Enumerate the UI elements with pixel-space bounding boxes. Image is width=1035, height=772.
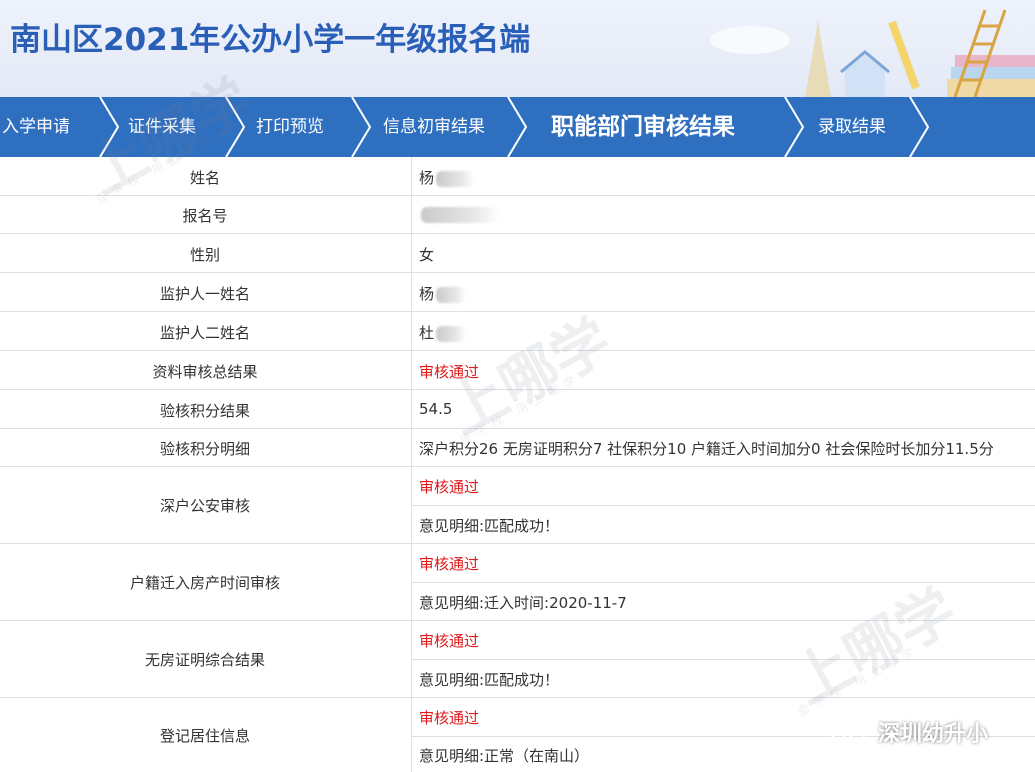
table-row: 性别 女 [0,234,1035,273]
redaction-blur [436,286,467,303]
row-label: 户籍迁入房产时间审核 [129,574,280,592]
table-row: 无房证明综合结果 审核通过 意见明细:匹配成功！ [0,621,1035,698]
wechat-icon [829,719,865,744]
redaction-blur [436,170,475,187]
opinion-detail: 意见明细:正常（在南山） [419,747,590,765]
row-label: 报名号 [182,207,228,225]
table-row: 验核积分明细 深户积分26 无房证明积分7 社保积分10 户籍迁入时间加分0 社… [0,429,1035,467]
row-label: 深户公安审核 [159,497,250,515]
page-header: 南山区2021年公办小学一年级报名端 [0,0,1035,97]
nav-step-apply[interactable]: 入学申请 [2,97,70,157]
sub-divider [412,659,1035,660]
step-navigation: 入学申请 证件采集 打印预览 信息初审结果 职能部门审核结果 录取结果 [0,97,1035,157]
status-pass: 审核通过 [419,709,480,727]
status-pass: 审核通过 [419,363,480,381]
row-label: 监护人二姓名 [159,324,250,342]
row-value: 杨 [419,283,467,304]
table-row: 深户公安审核 审核通过 意见明细:匹配成功！ [0,467,1035,544]
status-pass: 审核通过 [419,632,480,650]
row-label: 验核积分明细 [159,440,250,458]
guardian1-name: 杨 [419,285,435,303]
redaction-blur [421,206,499,223]
table-row: 报名号 [0,196,1035,234]
table-row: 验核积分结果 54.5 [0,390,1035,429]
opinion-detail: 意见明细:匹配成功！ [419,517,560,535]
row-label: 性别 [189,246,220,264]
table-row: 监护人二姓名 杜 [0,312,1035,351]
row-value: 杜 [419,322,467,343]
row-value: 杨 [419,167,475,188]
nav-step-documents[interactable]: 证件采集 [128,97,196,157]
header-decoration-illustration [710,9,1035,97]
status-pass: 审核通过 [419,478,480,496]
row-label: 监护人一姓名 [159,285,250,303]
brand-label: 深圳幼升小 [878,722,989,747]
page-title: 南山区2021年公办小学一年级报名端 [10,22,531,58]
table-row: 监护人一姓名 杨 [0,273,1035,312]
nav-step-admission-result[interactable]: 录取结果 [818,97,886,157]
row-label: 无房证明综合结果 [144,651,265,669]
nav-step-print-preview[interactable]: 打印预览 [256,97,324,157]
opinion-detail: 意见明细:迁入时间:2020-11-7 [419,594,627,612]
opinion-detail: 意见明细:匹配成功！ [419,671,560,689]
table-row: 姓名 杨 [0,157,1035,196]
score-value: 54.5 [419,400,453,418]
status-pass: 审核通过 [419,555,480,573]
redaction-blur [436,325,467,342]
sub-divider [412,582,1035,583]
row-value: 女 [419,246,435,264]
row-label: 登记居住信息 [159,727,250,745]
table-row: 资料审核总结果 审核通过 [0,351,1035,390]
table-row: 户籍迁入房产时间审核 审核通过 意见明细:迁入时间:2020-11-7 [0,544,1035,621]
guardian2-name: 杜 [419,324,435,342]
score-detail: 深户积分26 无房证明积分7 社保积分10 户籍迁入时间加分0 社会保险时长加分… [419,440,994,458]
row-label: 资料审核总结果 [152,363,258,381]
nav-step-department-review[interactable]: 职能部门审核结果 [551,97,735,157]
sub-divider [412,505,1035,506]
row-value [419,205,499,223]
nav-step-initial-review[interactable]: 信息初审结果 [383,97,485,157]
student-name: 杨 [419,169,435,187]
row-label: 验核积分结果 [159,402,250,420]
row-label: 姓名 [189,169,220,187]
